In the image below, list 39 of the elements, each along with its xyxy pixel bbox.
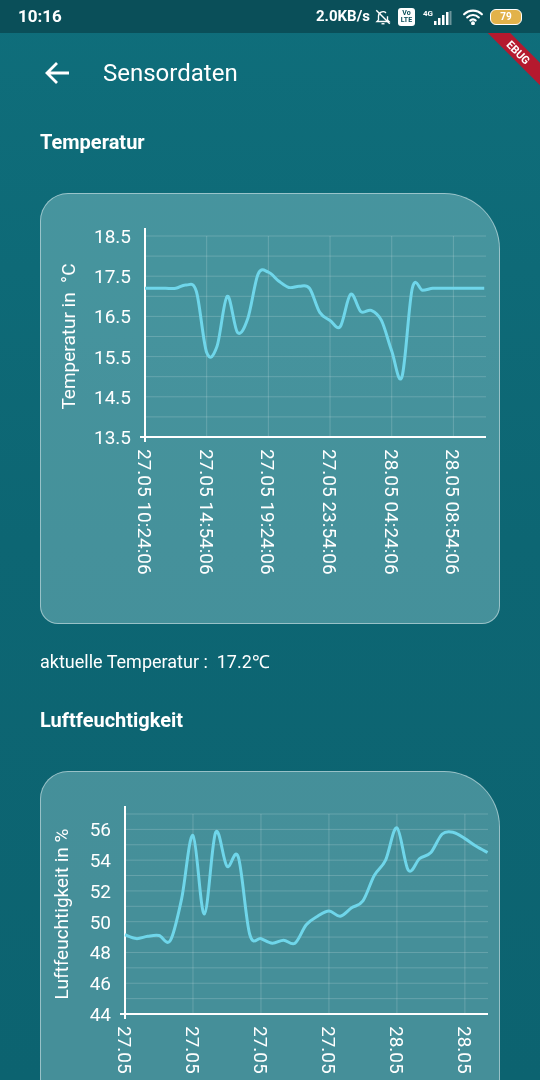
y-tick-label: 44 <box>89 1003 111 1026</box>
y-tick-label: 14.5 <box>93 385 131 409</box>
y-tick-label: 54 <box>89 849 111 873</box>
bell-off-icon <box>373 7 392 26</box>
x-tick-label: 27.05 14:54:06 <box>194 449 218 575</box>
y-axis-title: Temperatur in °C <box>57 263 80 410</box>
x-tick-label: 27.05 23:54:06 <box>318 449 342 575</box>
section-title: Temperatur <box>40 129 146 156</box>
y-tick-label: 15.5 <box>93 345 131 369</box>
y-tick-label: 46 <box>89 972 111 996</box>
back-arrow-icon[interactable] <box>44 61 70 85</box>
x-tick-label: 28.05 08:54:06 <box>441 449 465 575</box>
x-tick-label: 27.05 <box>248 1026 272 1074</box>
section-title: Luftfeuchtigkeit <box>40 707 185 734</box>
wifi-icon <box>462 8 484 25</box>
x-tick-label: 27.05 <box>113 1026 136 1074</box>
x-tick-label: 27.05 <box>181 1026 204 1074</box>
y-tick-label: 52 <box>89 879 111 903</box>
page-title: Sensordaten <box>103 58 238 89</box>
x-tick-label: 27.05 <box>316 1026 340 1074</box>
x-tick-label: 28.05 <box>452 1026 476 1074</box>
signal-icon <box>434 10 452 25</box>
x-tick-label: 27.05 10:24:06 <box>133 449 156 575</box>
x-tick-label: 28.05 04:24:06 <box>379 449 403 575</box>
x-tick-label: 28.05 <box>384 1026 408 1074</box>
y-axis-title: Luftfeuchtigkeit in % <box>50 828 73 1000</box>
battery-level: 79 <box>500 11 512 22</box>
y-tick-label: 16.5 <box>93 305 131 329</box>
clock: 10:16 <box>18 4 62 28</box>
current-temperature: aktuelle Temperatur : 17.2℃ <box>40 650 271 674</box>
y-tick-label: 48 <box>89 941 111 965</box>
y-tick-label: 18.5 <box>93 225 131 248</box>
x-tick-label: 27.05 19:24:06 <box>256 449 280 575</box>
y-tick-label: 56 <box>89 818 111 842</box>
network-type: 4G <box>422 8 433 20</box>
y-tick-label: 17.5 <box>93 265 131 289</box>
y-tick-label: 50 <box>89 910 111 934</box>
y-tick-label: 13.5 <box>93 426 131 449</box>
network-speed: 2.0KB/s <box>316 6 370 28</box>
